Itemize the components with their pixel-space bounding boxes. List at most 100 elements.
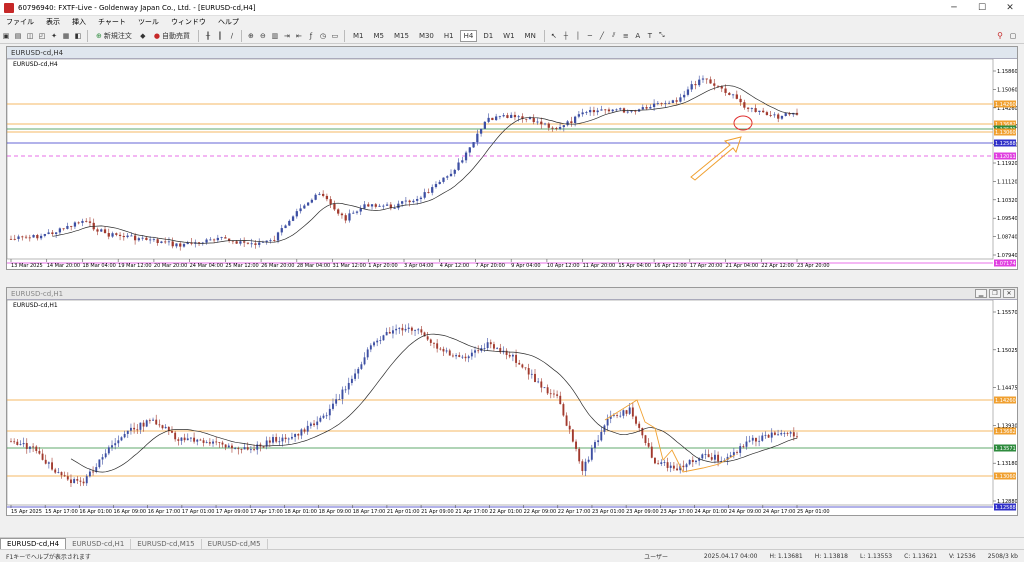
x-tick-label: 18 Apr 09:00 [319,509,352,515]
candle-body [758,110,761,112]
auto-trade-button[interactable]: ● 自動売買 [150,30,194,42]
periods-icon[interactable]: ◷ [318,30,328,42]
candle-body [398,327,401,329]
y-tick-label: 1.11120 [997,179,1017,185]
chart-area-h1[interactable]: EURUSD-cd,H1 1.15570 1.15025 1.14475 1.13930… [7,300,1017,515]
crosshair-icon[interactable]: ┼ [561,30,571,42]
menu-view[interactable]: 表示 [40,17,66,27]
tile-windows-icon[interactable]: ▥ [270,30,280,42]
tab-eurusd-h1[interactable]: EURUSD-cd,H1 [66,539,132,549]
y-tick-label: 1.07940 [997,253,1017,259]
candle-body [145,237,148,240]
text-icon[interactable]: A [633,30,643,42]
minimize-icon[interactable]: ─ [940,0,968,16]
vertical-line-icon[interactable]: │ [573,30,583,42]
restore-icon[interactable]: ❐ [989,289,1001,298]
y-tick-label: 1.15060 [997,87,1017,93]
timeframe-d1[interactable]: D1 [479,30,497,42]
tab-eurusd-m15[interactable]: EURUSD-cd,M15 [131,539,202,549]
candle-body [171,241,174,247]
h4-chart-svg[interactable]: EURUSD-cd,H41.158601.150601.142601.13460… [7,59,1017,269]
menu-file[interactable]: ファイル [0,17,40,27]
candle-body [458,355,461,358]
timeframe-m30[interactable]: M30 [415,30,438,42]
navigator-icon[interactable]: ✦ [49,30,59,42]
menu-help[interactable]: ヘルプ [212,17,245,27]
timeframe-w1[interactable]: W1 [499,30,518,42]
menu-tools[interactable]: ツール [132,17,165,27]
line-chart-icon[interactable]: ∕ [227,30,237,42]
data-window-icon[interactable]: ◰ [37,30,47,42]
candle-body [412,200,415,203]
market-watch-icon[interactable]: ◫ [25,30,35,42]
candle-body [348,213,351,221]
x-tick-label: 22 Apr 01:00 [489,509,522,515]
chat-icon[interactable]: ▢ [1008,30,1018,42]
indicators-icon[interactable]: ƒ [306,30,316,42]
candle-chart-icon[interactable]: ┃ [215,30,225,42]
minimize-icon[interactable]: ▁ [975,289,987,298]
plot-area [7,300,994,506]
timeframe-m5[interactable]: M5 [369,30,388,42]
menu-chart[interactable]: チャート [92,17,132,27]
timeframe-m1[interactable]: M1 [349,30,368,42]
menu-insert[interactable]: 挿入 [66,17,92,27]
candle-body [300,429,303,436]
close-icon[interactable]: ✕ [1003,289,1015,298]
maximize-icon[interactable]: ☐ [968,0,996,16]
candle-body [410,327,413,331]
arrows-icon[interactable]: ⤡ [657,30,667,42]
trendline-icon[interactable]: ╱ [597,30,607,42]
horizontal-line-icon[interactable]: ─ [585,30,595,42]
metaeditor-icon[interactable]: ◆ [138,30,148,42]
candle-body [288,220,291,226]
channel-icon[interactable]: ⫽ [609,30,619,42]
candle-body [10,441,12,443]
tab-eurusd-h4[interactable]: EURUSD-cd,H4 [0,538,67,549]
candle-body [161,425,164,429]
bar-chart-icon[interactable]: ╫ [203,30,213,42]
h1-chart-svg[interactable]: EURUSD-cd,H11.155701.150251.144751.13930… [7,300,1017,515]
zoom-in-icon[interactable]: ⊕ [246,30,256,42]
candle-body [675,100,678,102]
candle-body [532,117,535,123]
timeframe-h4[interactable]: H4 [459,29,478,42]
candle-body [570,121,573,124]
candle-body [284,225,287,229]
candle-body [739,446,742,453]
close-icon[interactable]: ✕ [996,0,1024,16]
price-tag-label: 1.13060 [995,130,1016,136]
profiles-icon[interactable]: ▤ [13,30,23,42]
x-tick-label: 15 Apr 04:00 [618,263,651,269]
candle-body [408,200,411,203]
strategy-tester-icon[interactable]: ◧ [73,30,83,42]
new-chart-icon[interactable]: ▣ [1,30,11,42]
candle-body [239,241,242,244]
timeframe-mn[interactable]: MN [521,30,540,42]
candle-body [416,199,419,201]
candle-body [325,195,329,200]
x-tick-label: 17 Apr 09:00 [216,509,249,515]
menu-window[interactable]: ウィンドウ [165,17,212,27]
search-icon[interactable]: ⚲ [994,30,1006,42]
candle-body [647,443,650,447]
x-tick-label: 21 Apr 01:00 [387,509,420,515]
label-icon[interactable]: T [645,30,655,42]
templates-icon[interactable]: ▭ [330,30,340,42]
fibonacci-icon[interactable]: ≡ [621,30,631,42]
chart-shift-icon[interactable]: ⇤ [294,30,304,42]
zoom-out-icon[interactable]: ⊖ [258,30,268,42]
x-tick-label: 26 Mar 20:00 [261,263,294,269]
x-tick-label: 22 Apr 09:00 [524,509,557,515]
candle-body [626,111,629,113]
tab-eurusd-m5[interactable]: EURUSD-cd,M5 [202,539,268,549]
chart-area-h4[interactable]: EURUSD-cd,H41.158601.150601.142601.13460… [7,59,1017,269]
auto-scroll-icon[interactable]: ⇥ [282,30,292,42]
candle-body [186,438,189,441]
timeframe-m15[interactable]: M15 [390,30,413,42]
terminal-icon[interactable]: ▦ [61,30,71,42]
candle-body [780,115,784,119]
new-order-button[interactable]: ⊕ 新規注文 [92,30,136,42]
timeframe-h1[interactable]: H1 [440,30,458,42]
cursor-icon[interactable]: ↖ [549,30,559,42]
